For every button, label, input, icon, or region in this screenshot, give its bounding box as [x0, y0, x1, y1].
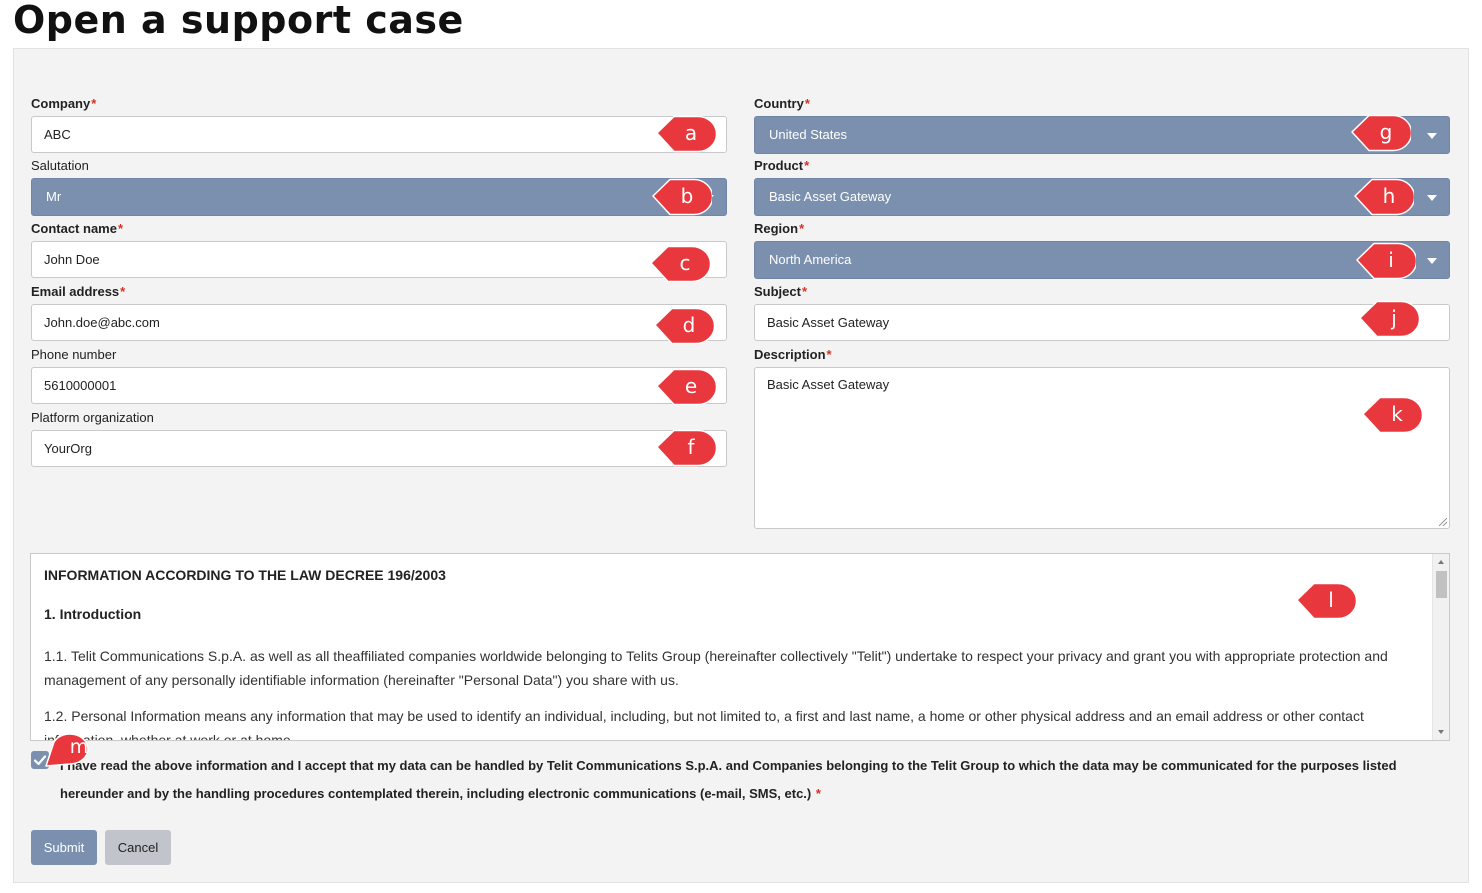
- privacy-info-scrollbar[interactable]: [1432, 554, 1449, 740]
- email-input[interactable]: John.doe@abc.com: [31, 304, 727, 341]
- product-value: Basic Asset Gateway: [769, 189, 892, 204]
- product-select[interactable]: Basic Asset Gateway: [754, 178, 1450, 216]
- contact-name-label: Contact name*: [31, 221, 124, 236]
- region-select[interactable]: North America: [754, 241, 1450, 279]
- country-value: United States: [769, 127, 848, 142]
- privacy-info-section-title: 1. Introduction: [44, 606, 142, 622]
- subject-label: Subject*: [754, 284, 808, 299]
- annotation-callout-h: h: [1352, 176, 1414, 220]
- platform-org-input[interactable]: YourOrg: [31, 430, 727, 467]
- subject-input[interactable]: Basic Asset Gateway: [754, 304, 1450, 341]
- privacy-info-paragraph: 1.2. Personal Information means any info…: [44, 708, 1364, 741]
- contact-name-input[interactable]: John Doe: [31, 241, 727, 278]
- annotation-callout-l: l: [1294, 580, 1356, 624]
- country-label: Country*: [754, 96, 810, 111]
- scroll-up-arrow-icon[interactable]: [1438, 560, 1444, 564]
- annotation-callout-k: k: [1360, 394, 1422, 438]
- scroll-thumb[interactable]: [1436, 571, 1447, 598]
- email-label: Email address*: [31, 284, 126, 299]
- caret-down-icon: [1427, 195, 1437, 201]
- scroll-down-arrow-icon[interactable]: [1438, 730, 1444, 734]
- consent-text: I have read the above information and I …: [60, 758, 1397, 801]
- annotation-callout-j: j: [1357, 298, 1419, 342]
- submit-button[interactable]: Submit: [31, 830, 97, 865]
- cancel-button[interactable]: Cancel: [105, 830, 171, 865]
- annotation-callout-b: b: [650, 176, 712, 220]
- description-textarea[interactable]: Basic Asset Gateway: [754, 367, 1450, 529]
- resize-grip-icon[interactable]: [1439, 518, 1447, 526]
- annotation-callout-e: e: [654, 366, 716, 410]
- region-label: Region*: [754, 221, 805, 236]
- company-label: Company*: [31, 96, 97, 111]
- page-title: Open a support case: [13, 0, 464, 42]
- salutation-select[interactable]: Mr: [31, 178, 727, 216]
- salutation-value: Mr: [46, 189, 62, 204]
- country-select[interactable]: United States: [754, 116, 1450, 154]
- description-label: Description*: [754, 347, 832, 362]
- region-value: North America: [769, 252, 852, 267]
- salutation-label: Salutation: [31, 158, 89, 173]
- annotation-callout-c: c: [648, 243, 710, 287]
- product-label: Product*: [754, 158, 810, 173]
- privacy-info-paragraph: 1.1. Telit Communications S.p.A. as well…: [44, 648, 1388, 688]
- phone-label: Phone number: [31, 347, 117, 362]
- phone-input[interactable]: 5610000001: [31, 367, 727, 404]
- privacy-info-content: INFORMATION ACCORDING TO THE LAW DECREE …: [44, 566, 1414, 741]
- annotation-callout-m: m: [40, 726, 102, 772]
- annotation-callout-a: a: [654, 113, 716, 157]
- platform-org-label: Platform organization: [31, 410, 154, 425]
- annotation-callout-g: g: [1349, 112, 1411, 156]
- caret-down-icon: [1427, 133, 1437, 139]
- description-value: Basic Asset Gateway: [767, 377, 890, 392]
- annotation-callout-i: i: [1354, 240, 1416, 284]
- privacy-info-box[interactable]: INFORMATION ACCORDING TO THE LAW DECREE …: [30, 553, 1450, 741]
- caret-down-icon: [1427, 258, 1437, 264]
- company-input[interactable]: ABC: [31, 116, 727, 153]
- annotation-callout-d: d: [652, 305, 714, 349]
- annotation-callout-f: f: [654, 427, 716, 471]
- privacy-info-heading: INFORMATION ACCORDING TO THE LAW DECREE …: [44, 567, 446, 583]
